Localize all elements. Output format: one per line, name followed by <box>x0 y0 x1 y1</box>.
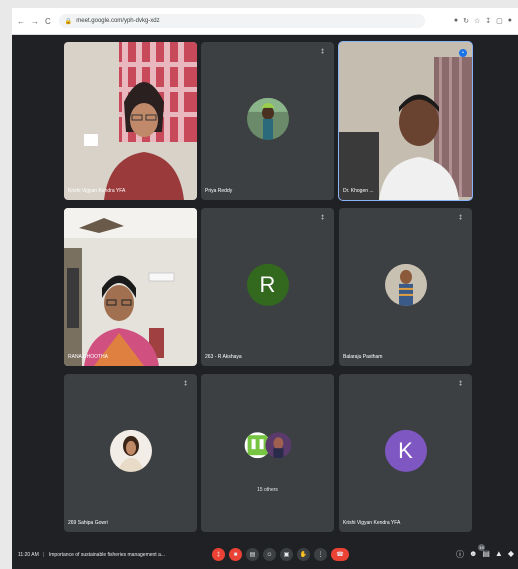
participant-name: Krishi Vigyan Kendra YFA <box>343 520 401 526</box>
participant-tile[interactable]: ‡ R 263 - R Akshaya <box>201 208 334 366</box>
meet-window: ← → C 🔒 meet.google.com/yph-dvkg-xdz ● ↻… <box>12 8 518 569</box>
browser-nav: ← → C <box>12 17 51 26</box>
meeting-controls-bar: 11:20 AM | Importance of sustainable fis… <box>12 542 518 569</box>
participant-name: Priya Reddy <box>205 188 233 194</box>
participant-tile[interactable]: RANA DHOOTHA <box>64 208 197 366</box>
others-avatar-2 <box>264 432 291 459</box>
meeting-title: Importance of sustainable fisheries mana… <box>48 552 166 558</box>
participant-video <box>64 208 197 366</box>
others-count: 15 others <box>257 487 278 493</box>
participant-name: RANA DHOOTHA <box>68 354 109 360</box>
participant-video <box>64 42 197 200</box>
call-controls: ‡ ■ ▤ ☺ ▣ ✋ ⋮ ☎ <box>212 548 349 561</box>
more-options-button[interactable]: ⋮ <box>314 548 327 561</box>
participant-tile[interactable]: ‡ Priya Reddy <box>201 42 334 200</box>
mic-off-icon: ‡ <box>184 381 188 387</box>
participant-tile[interactable]: 15 others <box>201 374 334 532</box>
bookmark-star-icon[interactable]: ☆ <box>474 17 480 25</box>
present-button[interactable]: ▣ <box>280 548 293 561</box>
chat-icon[interactable]: ▤ <box>482 549 490 560</box>
avatar-letter: K <box>398 437 413 463</box>
participant-name: 269 Sahipa Gowri <box>68 520 108 526</box>
profile-icon[interactable]: ● <box>508 17 512 25</box>
share-icon[interactable]: ↻ <box>463 17 469 25</box>
mic-toggle-button[interactable]: ‡ <box>212 548 225 561</box>
participant-tile[interactable]: ‡ K Krishi Vigyan Kendra YFA <box>339 374 472 532</box>
browser-toolbar: ← → C 🔒 meet.google.com/yph-dvkg-xdz ● ↻… <box>12 8 518 35</box>
avatar: K <box>384 429 427 472</box>
camera-toggle-button[interactable]: ■ <box>229 548 242 561</box>
participant-name: Krishi Vigyan Kendra YFA <box>68 188 126 194</box>
participant-tile[interactable]: Krishi Vigyan Kendra YFA <box>64 42 197 200</box>
participant-tile[interactable]: • Dr. Khogen ... <box>338 41 473 201</box>
mic-off-icon: ‡ <box>321 215 325 221</box>
host-controls-icon[interactable]: ◆ <box>508 549 514 560</box>
meeting-time: 11:20 AM <box>18 552 39 558</box>
address-bar[interactable]: 🔒 meet.google.com/yph-dvkg-xdz <box>58 14 425 28</box>
participant-name: Balaraju Pastham <box>343 354 383 360</box>
mic-off-icon: ‡ <box>321 49 325 55</box>
back-icon[interactable]: ← <box>17 17 25 26</box>
lock-icon: 🔒 <box>64 18 73 25</box>
avatar <box>384 263 427 306</box>
participant-tile[interactable]: ‡ Balaraju Pastham <box>339 208 472 366</box>
activities-icon[interactable]: ▲ <box>495 549 503 560</box>
participant-tile[interactable]: ‡ 269 Sahipa Gowri <box>64 374 197 532</box>
side-panel-controls: ⓘ ☻ ▤ ▲ ◆ <box>456 549 514 560</box>
avatar <box>109 429 152 472</box>
download-icon[interactable]: ↧ <box>485 17 491 25</box>
participant-name: Dr. Khogen ... <box>343 188 374 194</box>
tab-icon[interactable]: ▢ <box>496 17 503 25</box>
avatar <box>246 97 289 140</box>
forward-icon[interactable]: → <box>31 17 39 26</box>
captions-button[interactable]: ▤ <box>246 548 259 561</box>
camera-indicator-icon[interactable]: ● <box>454 17 458 25</box>
raise-hand-button[interactable]: ✋ <box>297 548 310 561</box>
separator: | <box>43 552 45 558</box>
speaking-indicator-icon: • <box>459 49 467 57</box>
reload-icon[interactable]: C <box>45 17 51 26</box>
avatar-letter: R <box>259 271 276 297</box>
browser-actions: ● ↻ ☆ ↧ ▢ ● <box>454 17 518 25</box>
emoji-button[interactable]: ☺ <box>263 548 276 561</box>
mic-off-icon: ‡ <box>459 381 463 387</box>
participant-name: 263 - R Akshaya <box>205 354 242 360</box>
leave-call-button[interactable]: ☎ <box>331 548 349 561</box>
meeting-info: 11:20 AM | Importance of sustainable fis… <box>18 552 165 558</box>
participant-video <box>339 42 472 200</box>
url-text: meet.google.com/yph-dvkg-xdz <box>76 18 160 24</box>
avatar: R <box>246 263 289 306</box>
people-icon[interactable]: ☻ <box>469 549 477 560</box>
info-icon[interactable]: ⓘ <box>456 549 464 560</box>
mic-off-icon: ‡ <box>459 215 463 221</box>
